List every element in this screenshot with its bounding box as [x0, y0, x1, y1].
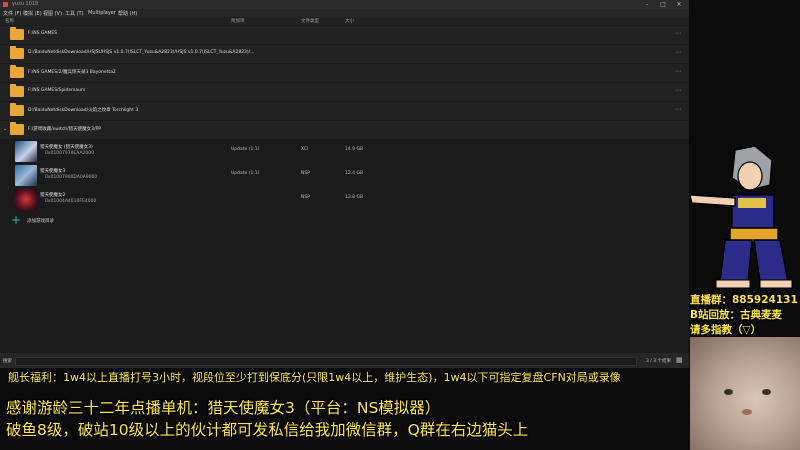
status-bar: 搜索 3 / 3 个结果 ▦ — [0, 353, 689, 368]
folder-icon — [10, 84, 24, 97]
maximize-button[interactable]: □ — [656, 0, 670, 9]
game-cover — [15, 141, 37, 162]
game-dir-row[interactable]: F:/NS GAMES/Spidersaurs ⋯ — [0, 83, 689, 102]
emulator-window: yuzu 1018 – □ ✕ 文件 (F) 模拟 (E) 视图 (V) 工具 … — [0, 0, 689, 368]
folder-icon — [10, 65, 24, 78]
cat-eye — [724, 389, 733, 395]
thanks-text: 感谢游龄三十二年点播单机：猎天使魔女3（平台：NS模拟器） — [6, 399, 441, 417]
column-header: 名称 附加项 文件类型 大小 — [0, 17, 689, 25]
menu-help[interactable]: 帮助 (H) — [118, 10, 137, 17]
game-title: 猎天使魔女3 — [40, 169, 66, 174]
folder-icon — [10, 103, 24, 116]
game-dir-row-expanded[interactable]: ⌄ F:/游戏收藏/switch/猎天使魔女3/PP — [0, 121, 689, 140]
menu-bar: 文件 (F) 模拟 (E) 视图 (V) 工具 (T) Multiplayer … — [0, 9, 689, 17]
chevron-down-icon[interactable]: ⌄ — [3, 126, 7, 132]
more-icon[interactable]: ⋯ — [675, 68, 681, 75]
add-dir-label: 添加游戏目录 — [27, 219, 54, 224]
game-entry[interactable]: 猎天使魔女2 0x01004A4010FE4000 NSP 13.8 GB — [0, 188, 689, 211]
game-filetype: NSP — [301, 195, 310, 200]
add-game-dir-button[interactable]: + 添加游戏目录 — [0, 214, 260, 228]
dir-path: D:/BaiduNetdiskDownload/火焰之纹章 Torchlight… — [28, 108, 139, 113]
mascot-illustration — [689, 145, 793, 289]
more-icon[interactable]: ⋯ — [675, 49, 681, 56]
info-text: 破鱼8级，破站10级以上的伙计都可发私信给我加微信群，Q群在右边猫头上 — [6, 421, 529, 439]
cat-camera — [690, 337, 800, 450]
game-filetype: NSP — [301, 171, 310, 176]
game-size: 13.8 GB — [345, 195, 364, 200]
game-cover — [15, 189, 37, 210]
dir-path: F:/NS GAMES/2/魔兵惊天录3 Bayonetta2 — [28, 70, 116, 75]
dir-path: F:/游戏收藏/switch/猎天使魔女3/PP — [28, 127, 101, 132]
dir-path: F:/NS GAMES — [28, 31, 58, 36]
more-icon[interactable]: ⋯ — [675, 30, 681, 37]
app-icon — [3, 2, 8, 7]
game-dir-row[interactable]: F:/NS GAMES/2/魔兵惊天录3 Bayonetta2 ⋯ — [0, 64, 689, 83]
col-filetype[interactable]: 文件类型 — [301, 18, 319, 24]
col-name[interactable]: 名称 — [5, 18, 14, 24]
game-addons: Update (1.1) — [231, 147, 260, 152]
game-addons: Update (1.1) — [231, 171, 260, 176]
title-bar: yuzu 1018 – □ ✕ — [0, 0, 689, 9]
game-id: 0x01004A4010FE4000 — [45, 199, 97, 204]
game-entry[interactable]: 猎天使魔女 (猎天使魔女3) 0x01007970EAA2000 Update … — [0, 140, 689, 163]
game-title: 猎天使魔女2 — [40, 193, 66, 198]
menu-multiplayer[interactable]: Multiplayer — [88, 10, 116, 16]
banner-text: 舰长福利：1w4以上直播打号3小时，视段位至少打到保底分(只限1w4以上，维护生… — [8, 371, 621, 384]
more-icon[interactable]: ⋯ — [675, 87, 681, 94]
close-button[interactable]: ✕ — [672, 0, 686, 9]
game-id: 0x01007900DA0A9000 — [45, 175, 98, 180]
menu-view[interactable]: 视图 (V) — [43, 10, 62, 17]
folder-icon — [10, 27, 24, 40]
col-addons[interactable]: 附加项 — [231, 18, 245, 24]
result-count: 3 / 3 个结果 — [646, 359, 672, 364]
cat-nose — [742, 409, 752, 415]
cat-eye — [762, 389, 771, 395]
menu-tools[interactable]: 工具 (T) — [65, 10, 84, 17]
game-id: 0x01007970EAA2000 — [45, 151, 95, 156]
dir-path: F:/NS GAMES/Spidersaurs — [28, 88, 86, 93]
game-dir-row[interactable]: D:/BaiduNetdiskDownload/火焰之纹章 Torchlight… — [0, 102, 689, 121]
menu-file[interactable]: 文件 (F) — [3, 10, 21, 17]
minimize-button[interactable]: – — [640, 0, 654, 9]
folder-icon — [10, 46, 24, 59]
game-dir-row[interactable]: D:/BaiduNetdiskDownload/HSJSUHSJS v1.0.7… — [0, 45, 689, 64]
menu-emulation[interactable]: 模拟 (E) — [23, 10, 42, 17]
game-title: 猎天使魔女 (猎天使魔女3) — [40, 145, 93, 150]
dir-path: D:/BaiduNetdiskDownload/HSJSUHSJS v1.0.7… — [28, 50, 255, 55]
replay-text: B站回放：古典麦麦 — [690, 309, 783, 321]
window-title: yuzu 1018 — [12, 1, 39, 7]
game-entry[interactable]: 猎天使魔女3 0x01007900DA0A9000 Update (1.1) N… — [0, 164, 689, 187]
more-icon[interactable]: ⋯ — [675, 106, 681, 113]
filter-label: 搜索 — [3, 359, 12, 364]
game-size: 14.9 GB — [345, 147, 364, 152]
live-group-text: 直播群：885924131 — [690, 294, 798, 306]
col-size[interactable]: 大小 — [345, 18, 354, 24]
game-dir-row[interactable]: F:/NS GAMES ⋯ — [0, 26, 689, 45]
game-cover — [15, 165, 37, 186]
plus-icon: + — [11, 213, 22, 227]
filter-input[interactable] — [15, 357, 637, 366]
likes-text: 请多指教（▽） — [690, 324, 762, 336]
game-filetype: XCI — [301, 147, 309, 152]
grid-icon[interactable]: ▦ — [676, 356, 683, 364]
folder-icon — [10, 122, 24, 135]
game-size: 12.4 GB — [345, 171, 364, 176]
